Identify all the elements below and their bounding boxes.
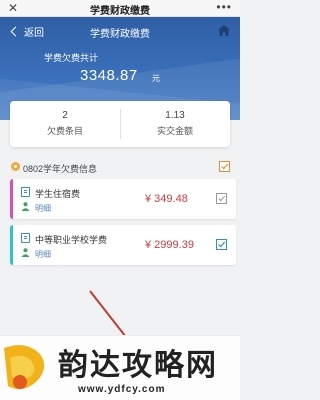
fee-amount: ¥ 2999.39	[145, 239, 194, 251]
fee-checkbox[interactable]	[216, 239, 227, 250]
section-title: 0802学年欠费信息	[23, 164, 98, 174]
stat-arrears-items: 2 欠费条目	[10, 110, 120, 137]
home-icon[interactable]	[218, 25, 230, 36]
watermark-banner: 韵达攻略网 www.ydfcy.com	[0, 335, 240, 400]
more-icon[interactable]: •••	[216, 0, 232, 14]
person-icon	[21, 248, 30, 257]
section-bullet-icon	[11, 162, 20, 171]
system-title-bar: ✕ 学费财政缴费 •••	[0, 0, 240, 17]
fee-checkbox[interactable]	[216, 193, 227, 204]
stat-value: 1.13	[165, 110, 185, 121]
arrears-section-header: 0802学年欠费信息	[0, 158, 240, 176]
fee-detail-link[interactable]: 明细	[35, 249, 51, 260]
fee-detail-link[interactable]: 明细	[35, 203, 51, 214]
brand-logo-icon	[4, 345, 45, 390]
stat-paid-amount: 1.13 实交金额	[120, 110, 230, 137]
fee-accent-bar	[10, 179, 13, 219]
fee-accent-bar	[10, 225, 13, 265]
stats-card: 2 欠费条目 1.13 实交金额	[10, 101, 230, 147]
navigation-bar: 返回 学费财政缴费	[0, 17, 240, 45]
document-icon	[21, 187, 30, 197]
watermark-url: www.ydfcy.com	[78, 384, 166, 395]
fee-item-accommodation[interactable]: 学生住宿费 明细 ¥ 349.48	[10, 179, 236, 219]
person-icon	[21, 202, 30, 211]
stat-value: 2	[62, 110, 68, 121]
stat-label: 欠费条目	[46, 126, 83, 136]
window-title: 学费财政缴费	[90, 6, 150, 17]
owed-total-label: 学费欠费共计	[44, 53, 99, 63]
select-all-checkbox[interactable]	[219, 161, 230, 172]
fee-amount: ¥ 349.48	[145, 193, 188, 205]
watermark-brand: 韵达攻略网	[58, 348, 218, 383]
owed-total-unit: 元	[152, 74, 160, 83]
fee-item-tuition[interactable]: 中等职业学校学费 明细 ¥ 2999.39	[10, 225, 236, 265]
stat-label: 实交金额	[156, 126, 193, 136]
fee-name: 中等职业学校学费	[35, 235, 108, 245]
page-title: 学费财政缴费	[90, 29, 150, 40]
owed-total-amount: 3348.87	[80, 67, 138, 84]
fee-name: 学生住宿费	[35, 189, 81, 199]
document-icon	[21, 233, 30, 243]
